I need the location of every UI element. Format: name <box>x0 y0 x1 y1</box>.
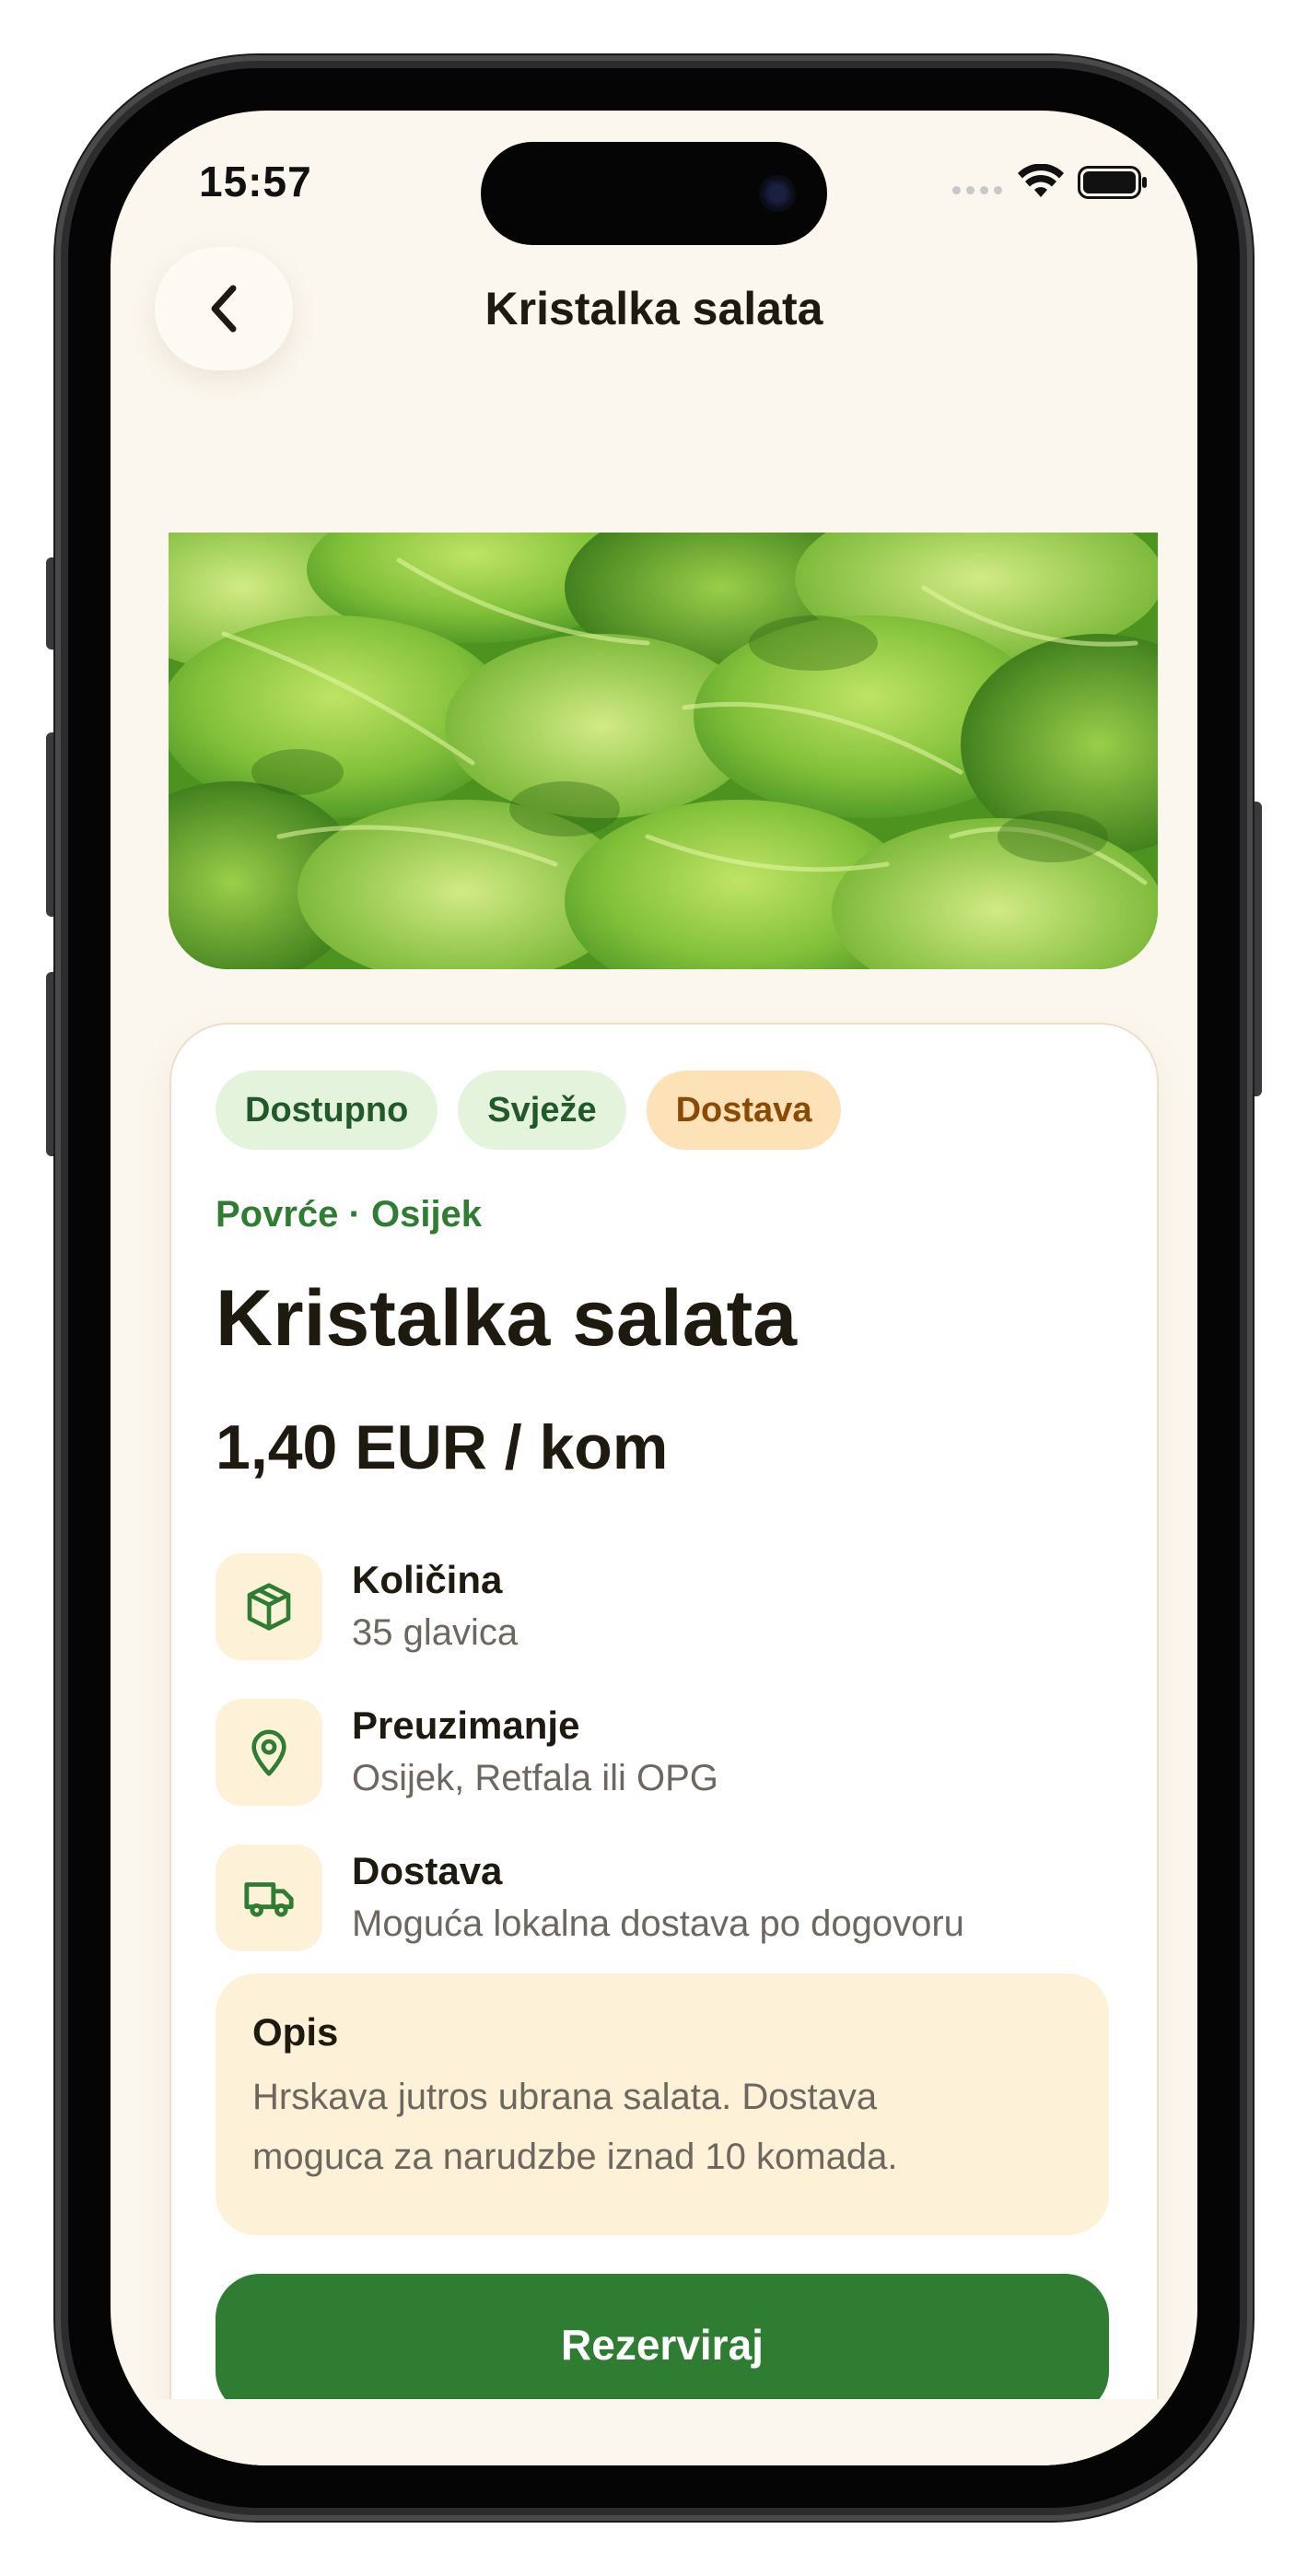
app-screen: 15:57 Kristalka salata Dostupno Svježe D… <box>111 111 1197 2465</box>
bottom-safe-area <box>111 2399 1197 2465</box>
product-card: Dostupno Svježe Dostava Povrće · Osijek … <box>169 1023 1159 2465</box>
chip-row: Dostupno Svježe Dostava <box>216 1071 842 1150</box>
reserve-button[interactable]: Rezerviraj <box>216 2274 1109 2416</box>
location-pin-icon <box>216 1699 322 1806</box>
status-chip-delivery: Dostava <box>646 1071 842 1150</box>
product-title: Kristalka salata <box>216 1274 798 1363</box>
description-title: Opis <box>252 2010 339 2054</box>
cellular-signal-icon <box>952 186 1002 194</box>
detail-label: Preuzimanje <box>352 1703 580 1747</box>
product-image <box>169 533 1158 969</box>
status-time: 15:57 <box>199 158 312 205</box>
product-price: 1,40 EUR / kom <box>216 1412 669 1482</box>
product-category: Povrće · Osijek <box>216 1194 483 1235</box>
detail-delivery: Dostava Moguća lokalna dostava po dogovo… <box>216 1844 964 1951</box>
detail-value: Osijek, Retfala ili OPG <box>352 1758 718 1799</box>
status-chip-fresh: Svježe <box>458 1071 626 1150</box>
description-text: Hrskava jutros ubrana salata. Dostava mo… <box>252 2067 1072 2187</box>
battery-icon <box>1078 166 1147 199</box>
dynamic-island <box>481 142 827 245</box>
status-chip-available: Dostupno <box>216 1071 438 1150</box>
box-icon <box>216 1553 322 1660</box>
truck-icon <box>216 1844 322 1951</box>
detail-pickup: Preuzimanje Osijek, Retfala ili OPG <box>216 1699 718 1806</box>
page-title: Kristalka salata <box>484 283 823 334</box>
wifi-icon <box>1018 164 1064 197</box>
description-line: Hrskava jutros ubrana salata. Dostava <box>252 2077 878 2117</box>
detail-quantity: Količina 35 glavica <box>216 1553 518 1660</box>
front-camera-icon <box>759 175 796 212</box>
description-line: moguca za narudzbe iznad 10 komada. <box>252 2136 898 2177</box>
detail-label: Količina <box>352 1557 503 1601</box>
detail-label: Dostava <box>352 1848 503 1892</box>
detail-value: 35 glavica <box>352 1612 519 1654</box>
detail-value: Moguća lokalna dostava po dogovoru <box>352 1903 964 1945</box>
description-box: Opis Hrskava jutros ubrana salata. Dosta… <box>216 1973 1109 2235</box>
